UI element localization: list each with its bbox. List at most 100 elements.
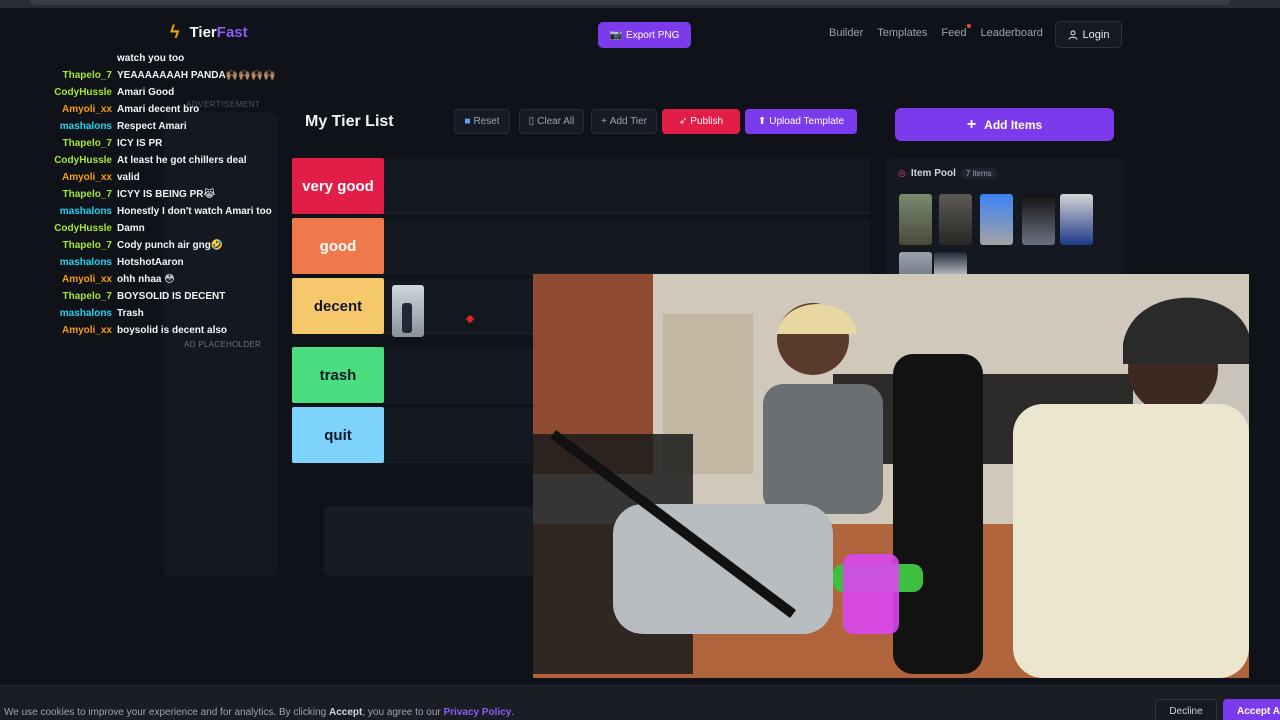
clear-all-label: Clear All bbox=[537, 116, 575, 127]
chat-message: mashalons Trash bbox=[0, 308, 290, 325]
item-pool-header: ◎ Item Pool 7 items bbox=[898, 168, 997, 179]
chat-message-text: boysolid is decent also bbox=[117, 325, 228, 336]
cookie-text: We use cookies to improve your experienc… bbox=[4, 707, 514, 718]
tier-list-title: My Tier List bbox=[305, 113, 394, 130]
chat-message: watch you too bbox=[0, 53, 290, 70]
tier-label[interactable]: good bbox=[292, 218, 384, 274]
chat-message-text: Honestly I don't watch Amari too bbox=[117, 206, 272, 217]
chat-message: mashalons HotshotAaron bbox=[0, 257, 290, 274]
nav-feed[interactable]: Feed bbox=[941, 24, 972, 39]
item-pool: ◎ Item Pool 7 items bbox=[886, 158, 1124, 288]
nav-templates[interactable]: Templates bbox=[877, 27, 927, 39]
pool-item-thumbnail[interactable] bbox=[980, 194, 1013, 245]
plus-icon: + bbox=[600, 116, 607, 127]
chat-message-text: Trash bbox=[117, 308, 144, 319]
chat-message-text: BOYSOLID IS DECENT bbox=[117, 291, 226, 302]
chat-message: Amyoli_xx ohh nhaa 😳 bbox=[0, 274, 290, 291]
chat-username: mashalons bbox=[59, 206, 112, 217]
item-count-badge: 7 items bbox=[960, 168, 997, 179]
privacy-policy-link[interactable]: Privacy Policy bbox=[444, 707, 512, 718]
rocket-icon: ➶ bbox=[678, 116, 688, 127]
chat-message: CodyHussle Damn bbox=[0, 223, 290, 240]
bottom-panel bbox=[324, 506, 554, 576]
pool-item-thumbnail[interactable] bbox=[1022, 194, 1055, 245]
chat-message-text: Cody punch air gng🤣 bbox=[117, 240, 224, 251]
chat-username: mashalons bbox=[59, 308, 112, 319]
publish-button[interactable]: ➶ Publish bbox=[662, 109, 740, 134]
person-figure bbox=[402, 303, 412, 333]
cookie-text-before: We use cookies to improve your experienc… bbox=[4, 707, 329, 718]
reset-icon: ■ bbox=[464, 116, 471, 127]
chat-username: CodyHussle bbox=[54, 87, 112, 98]
clear-all-button[interactable]: ▯ Clear All bbox=[519, 109, 584, 134]
chat-message: CodyHussle At least he got chillers deal bbox=[0, 155, 290, 172]
add-tier-button[interactable]: + Add Tier bbox=[591, 109, 657, 134]
tier-row[interactable]: good bbox=[292, 218, 870, 274]
chat-message-text: Amari Good bbox=[117, 87, 175, 98]
chat-message-text: HotshotAaron bbox=[117, 257, 184, 268]
address-bar[interactable] bbox=[30, 0, 1230, 5]
chat-message-text: watch you too bbox=[117, 53, 185, 64]
chat-username: Thapelo_7 bbox=[62, 70, 112, 81]
chat-message-text: Amari decent bro bbox=[117, 104, 200, 115]
pool-item-thumbnail[interactable] bbox=[899, 194, 932, 245]
webcam-scene bbox=[533, 274, 1249, 678]
target-icon: ◎ bbox=[898, 168, 906, 178]
logo[interactable]: ϟ TierFast bbox=[170, 22, 248, 43]
login-button[interactable]: Login bbox=[1055, 21, 1122, 48]
tier-label[interactable]: quit bbox=[292, 407, 384, 463]
tier-row[interactable]: very good bbox=[292, 158, 870, 214]
cookie-banner: We use cookies to improve your experienc… bbox=[0, 685, 1280, 720]
export-png-label: Export PNG bbox=[626, 29, 680, 41]
accept-label: Accept A bbox=[1237, 705, 1280, 717]
chat-message-text: Respect Amari bbox=[117, 121, 187, 132]
user-icon bbox=[1068, 30, 1078, 40]
chat-username: Thapelo_7 bbox=[62, 291, 112, 302]
chat-message-text: YEAAAAAAAH PANDA🙌🏽🙌🏽🙌🏽🙌🏽 bbox=[117, 70, 276, 81]
reset-button[interactable]: ■ Reset bbox=[454, 109, 510, 134]
chat-message: Amyoli_xx valid bbox=[0, 172, 290, 189]
decline-button[interactable]: Decline bbox=[1155, 699, 1217, 720]
accept-button[interactable]: Accept A bbox=[1223, 699, 1280, 720]
tier-item-thumbnail[interactable] bbox=[392, 285, 424, 337]
nav-builder[interactable]: Builder bbox=[829, 27, 863, 39]
nav-leaderboard[interactable]: Leaderboard bbox=[980, 27, 1042, 39]
tier-label[interactable]: very good bbox=[292, 158, 384, 214]
chat-message: Thapelo_7 ICY IS PR bbox=[0, 138, 290, 155]
logo-prefix: Tier bbox=[189, 24, 217, 41]
export-png-button[interactable]: 📷 Export PNG bbox=[598, 22, 691, 48]
chat-message-text: Damn bbox=[117, 223, 145, 234]
upload-template-button[interactable]: ⬆ Upload Template bbox=[745, 109, 857, 134]
chat-username: Amyoli_xx bbox=[61, 104, 112, 115]
chat-username: Thapelo_7 bbox=[62, 240, 112, 251]
add-tier-label: Add Tier bbox=[609, 116, 648, 127]
chat-message: Thapelo_7 YEAAAAAAAH PANDA🙌🏽🙌🏽🙌🏽🙌🏽 bbox=[0, 70, 290, 87]
chat-username: Thapelo_7 bbox=[62, 189, 112, 200]
plus-icon: + bbox=[966, 115, 977, 133]
camera-icon: 📷 bbox=[609, 29, 623, 41]
pool-item-thumbnail[interactable] bbox=[1060, 194, 1093, 245]
nav-feed-label: Feed bbox=[941, 27, 967, 39]
add-items-button[interactable]: + Add Items bbox=[895, 108, 1114, 141]
tier-label[interactable]: trash bbox=[292, 347, 384, 403]
chat-message-text: ICY IS PR bbox=[117, 138, 163, 149]
login-label: Login bbox=[1082, 28, 1110, 41]
chat-message: Amyoli_xx Amari decent bro bbox=[0, 104, 290, 121]
reset-label: Reset bbox=[473, 116, 500, 127]
add-items-label: Add Items bbox=[984, 117, 1043, 132]
chat-username: mashalons bbox=[59, 257, 112, 268]
chat-message-text: ICYY IS BEING PR😹 bbox=[117, 189, 216, 200]
tier-label[interactable]: decent bbox=[292, 278, 384, 334]
top-nav: ϟ TierFast 📷 Export PNG Builder Template… bbox=[0, 14, 1280, 58]
cookie-accept-word: Accept bbox=[328, 707, 363, 718]
chat-username: Amyoli_xx bbox=[61, 325, 112, 336]
chat-message-text: ohh nhaa 😳 bbox=[117, 274, 175, 285]
chat-username: CodyHussle bbox=[54, 155, 112, 166]
chat-message-text: At least he got chillers deal bbox=[117, 155, 247, 166]
chat-message: Thapelo_7 Cody punch air gng🤣 bbox=[0, 240, 290, 257]
chat-username: Amyoli_xx bbox=[61, 172, 112, 183]
chat-message: mashalons Respect Amari bbox=[0, 121, 290, 138]
item-pool-title: Item Pool bbox=[910, 168, 956, 179]
pool-item-thumbnail[interactable] bbox=[939, 194, 972, 245]
chat-message-text: valid bbox=[117, 172, 140, 183]
